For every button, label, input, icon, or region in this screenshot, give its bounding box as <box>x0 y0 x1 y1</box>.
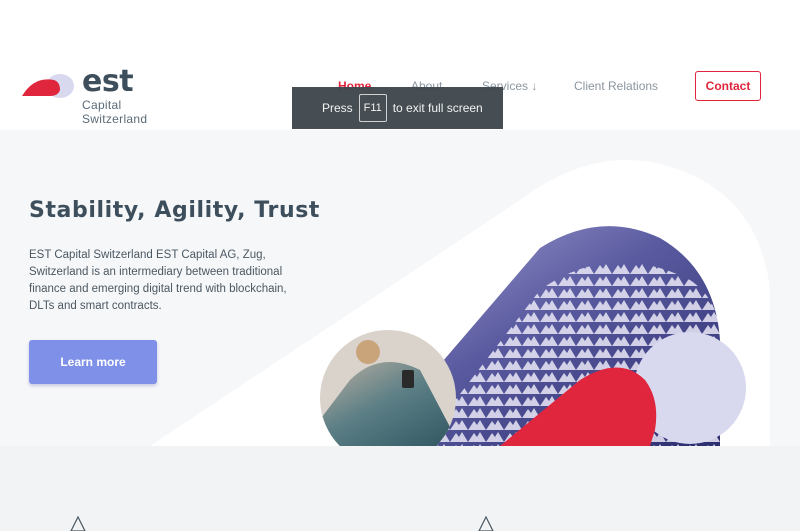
nav-item-client-relations[interactable]: Client Relations <box>574 79 658 93</box>
toast-suffix-text: to exit full screen <box>392 101 483 115</box>
logo-subtitle: Capital Switzerland <box>82 98 148 126</box>
hero-description: EST Capital Switzerland EST Capital AG, … <box>29 249 287 312</box>
triangle-icon <box>70 516 86 531</box>
triangle-icon <box>478 516 494 531</box>
contact-button[interactable]: Contact <box>695 71 761 101</box>
hero-section: Stability, Agility, Trust EST Capital Sw… <box>0 130 800 446</box>
hero-title: Stability, Agility, Trust <box>29 198 321 223</box>
f11-key: F11 <box>358 94 387 122</box>
features-section <box>0 446 800 531</box>
learn-more-button[interactable]: Learn more <box>29 340 157 384</box>
fullscreen-notification: Press F11 to exit full screen <box>292 87 503 129</box>
toast-press-text: Press <box>322 101 353 115</box>
